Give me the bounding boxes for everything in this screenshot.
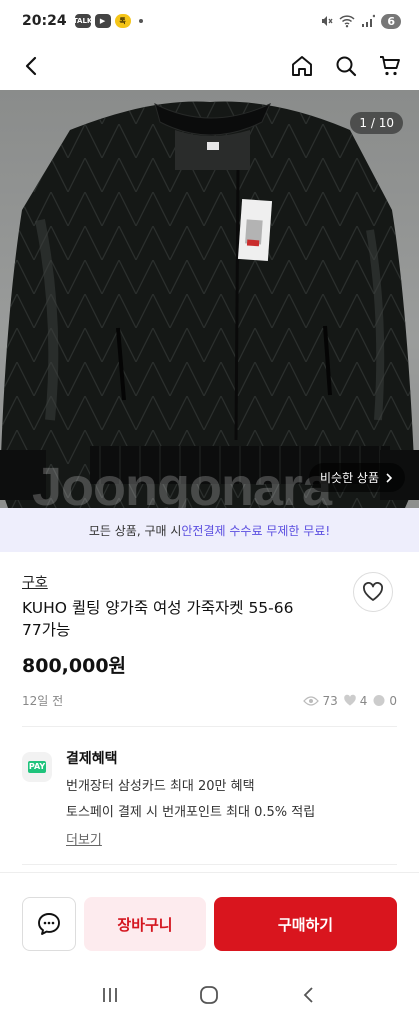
benefit-line-1: 번개장터 삼성카드 최대 20만 혜택 <box>66 779 255 794</box>
bottom-action-bar: 장바구니 구매하기 <box>0 872 419 966</box>
shop-name-link[interactable]: 구호 <box>22 572 397 592</box>
promo-prefix: 모든 상품, 구매 시 <box>88 523 182 538</box>
back-arrow-icon <box>25 56 37 76</box>
mute-icon <box>322 16 333 26</box>
buy-button[interactable]: 구매하기 <box>214 897 397 951</box>
benefit-body: 결제혜택 번개장터 삼성카드 최대 20만 혜택 토스페이 결제 시 번개포인트… <box>66 748 397 848</box>
app-header <box>0 42 419 90</box>
posted-time: 12일 전 <box>22 694 64 708</box>
divider <box>22 864 397 865</box>
recent-apps-icon <box>102 988 117 1002</box>
cart-icon <box>380 56 400 76</box>
talk-icon: TALK <box>73 14 92 28</box>
cart-button[interactable] <box>377 53 403 79</box>
notification-icons: TALK ▶ 톡 <box>73 14 143 28</box>
youtube-icon: ▶ <box>94 14 111 28</box>
header-actions <box>289 53 403 79</box>
system-nav-bar <box>0 966 419 1024</box>
back-button[interactable] <box>16 50 48 82</box>
more-link[interactable]: 더보기 <box>66 829 102 848</box>
add-to-cart-button[interactable]: 장바구니 <box>84 897 206 951</box>
heart-icon <box>363 582 383 601</box>
home-icon <box>292 56 312 76</box>
chats-stat: 0 <box>372 694 397 708</box>
search-icon <box>336 56 357 77</box>
views-count: 73 <box>322 693 338 708</box>
promo-highlight: 안전결제 수수료 무제한 무료! <box>181 523 331 538</box>
product-photo[interactable]: 1 / 10 Joongonara 비슷한 상품 <box>0 90 419 508</box>
product-price: 800,000원 <box>22 655 127 677</box>
likes-stat: 4 <box>343 693 368 708</box>
more-notifications-dot <box>138 19 143 23</box>
benefit-line-2: 토스페이 결제 시 번개포인트 최대 0.5% 적립 <box>66 805 316 820</box>
views-stat: 73 <box>303 693 338 708</box>
payment-icon: PAY <box>22 752 52 782</box>
watermark-text: Joongonara <box>32 457 332 508</box>
product-stats: 73 4 0 <box>303 694 397 708</box>
chevron-right-icon <box>386 472 393 483</box>
promo-banner[interactable]: 모든 상품, 구매 시 안전결제 수수료 무제한 무료! <box>0 508 419 552</box>
product-title: KUHO 퀼팅 양가죽 여성 가죽자켓 55-66 77가능 <box>22 599 294 639</box>
chat-small-icon <box>373 695 385 706</box>
search-button[interactable] <box>333 53 359 79</box>
like-button[interactable] <box>353 572 393 612</box>
similar-products-button[interactable]: 비슷한 상품 <box>308 463 405 492</box>
chats-count: 0 <box>389 693 397 708</box>
product-meta: 12일 전 73 4 0 <box>22 692 397 709</box>
home-nav-icon <box>200 986 219 1004</box>
status-right: 6 <box>319 13 401 29</box>
divider <box>22 726 397 727</box>
kakao-icon: 톡 <box>114 14 131 28</box>
wifi-icon <box>339 15 355 28</box>
home-button[interactable] <box>289 53 315 79</box>
recent-apps-button[interactable] <box>95 980 125 1010</box>
status-bar: 20:24 TALK ▶ 톡 6 <box>0 0 419 42</box>
photo-counter: 1 / 10 <box>350 112 403 134</box>
chat-button[interactable] <box>22 897 76 951</box>
chat-icon <box>38 913 60 935</box>
payment-benefit: PAY 결제혜택 번개장터 삼성카드 최대 20만 혜택 토스페이 결제 시 번… <box>22 748 397 848</box>
eye-icon <box>303 695 320 706</box>
jacket-image <box>0 101 419 508</box>
signal-icon <box>362 14 376 27</box>
likes-count: 4 <box>359 693 368 708</box>
similar-products-label: 비슷한 상품 <box>319 471 379 485</box>
status-time: 20:24 <box>22 13 67 29</box>
benefit-heading: 결제혜택 <box>66 751 118 767</box>
back-nav-button[interactable] <box>294 980 324 1010</box>
heart-small-icon <box>343 694 356 706</box>
home-nav-button[interactable] <box>194 980 224 1010</box>
battery-badge: 6 <box>381 13 401 29</box>
back-nav-icon <box>303 987 313 1003</box>
product-info: 구호 KUHO 퀼팅 양가죽 여성 가죽자켓 55-66 77가능 800,00… <box>0 560 419 708</box>
